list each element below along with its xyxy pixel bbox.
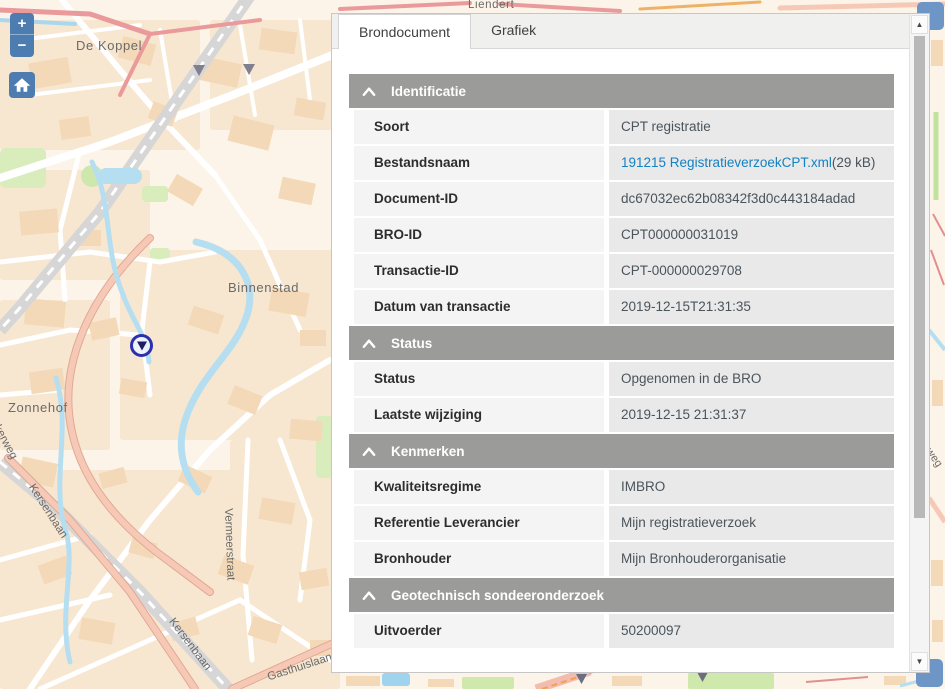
chevron-up-icon (362, 591, 376, 600)
row-label: BRO-ID (354, 218, 604, 252)
row-label: Datum van transactie (354, 290, 604, 324)
home-button[interactable] (9, 72, 35, 98)
table-row: Transactie-IDCPT-000000029708 (354, 254, 894, 288)
zoom-in-button[interactable]: + (10, 13, 34, 35)
table-row: Laatste wijziging2019-12-15 21:31:37 (354, 398, 894, 432)
scrollbar-thumb[interactable] (914, 36, 925, 518)
row-value: CPT000000031019 (609, 218, 894, 252)
section-title: Status (391, 336, 432, 351)
tab-bar: BrondocumentGrafiek (332, 14, 929, 49)
file-link[interactable]: 191215 RegistratieverzoekCPT.xml (621, 154, 832, 172)
chevron-up-icon (362, 447, 376, 456)
row-label: Soort (354, 110, 604, 144)
application-window: LiendertDe KoppelBinnenstadZonnehofkerwe… (0, 0, 945, 689)
row-value: 50200097 (609, 614, 894, 648)
section-status: StatusStatusOpgenomen in de BROLaatste w… (349, 326, 894, 432)
tab-grafiek[interactable]: Grafiek (471, 14, 556, 48)
section-title: Geotechnisch sondeeronderzoek (391, 588, 604, 603)
table-row: Datum van transactie2019-12-15T21:31:35 (354, 290, 894, 324)
row-label: Transactie-ID (354, 254, 604, 288)
section-rows: SoortCPT registratieBestandsnaam191215 R… (354, 110, 894, 324)
file-size-text: (29 kB) (832, 154, 876, 172)
section-header[interactable]: Geotechnisch sondeeronderzoek (349, 578, 894, 612)
home-icon (13, 77, 31, 93)
section-kenmerken: Kenmerken KwaliteitsregimeIMBROReferentie… (349, 434, 894, 576)
row-value: CPT registratie (609, 110, 894, 144)
marker-triangle-icon (137, 342, 147, 351)
row-label: Status (354, 362, 604, 396)
section-header[interactable]: Status (349, 326, 894, 360)
table-row: Document-IDdc67032ec62b08342f3d0c443184a… (354, 182, 894, 216)
row-label: Uitvoerder (354, 614, 604, 648)
section-identificatie: Identificatie SoortCPT registratieBestand… (349, 74, 894, 324)
chevron-up-icon (362, 339, 376, 348)
detail-panel: BrondocumentGrafiek IdentificatieSoortCP… (331, 13, 930, 673)
panel-scrollbar[interactable]: ▲ ▼ (909, 14, 929, 672)
row-label: Bronhouder (354, 542, 604, 576)
zoom-out-button[interactable]: − (10, 35, 34, 57)
row-label: Laatste wijziging (354, 398, 604, 432)
section-title: Identificatie (391, 84, 466, 99)
row-value: Mijn Bronhouderorganisatie (609, 542, 894, 576)
section-title: Kenmerken (391, 444, 465, 459)
section-rows: Uitvoerder50200097 (354, 614, 894, 648)
table-row: SoortCPT registratie (354, 110, 894, 144)
row-label: Document-ID (354, 182, 604, 216)
section-header[interactable]: Identificatie (349, 74, 894, 108)
scroll-down-button[interactable]: ▼ (911, 652, 928, 671)
row-value: dc67032ec62b08342f3d0c443184adad (609, 182, 894, 216)
map-zoom-control: + − (10, 13, 34, 57)
row-value: 191215 RegistratieverzoekCPT.xml (29 kB) (609, 146, 894, 180)
row-label: Kwaliteitsregime (354, 470, 604, 504)
row-value: IMBRO (609, 470, 894, 504)
row-value: Mijn registratieverzoek (609, 506, 894, 540)
table-row: BRO-IDCPT000000031019 (354, 218, 894, 252)
panel-content: Identificatie SoortCPT registratieBestand… (332, 49, 909, 671)
row-label: Referentie Leverancier (354, 506, 604, 540)
row-label: Bestandsnaam (354, 146, 604, 180)
section-header[interactable]: Kenmerken (349, 434, 894, 468)
table-row: Uitvoerder50200097 (354, 614, 894, 648)
chevron-up-icon (362, 87, 376, 96)
row-value: 2019-12-15 21:31:37 (609, 398, 894, 432)
cpt-location-marker[interactable] (130, 334, 153, 357)
row-value: CPT-000000029708 (609, 254, 894, 288)
section-geotechnisch-sondeeronderzoek: Geotechnisch sondeeronderzoek Uitvoerder5… (349, 578, 894, 648)
scroll-up-button[interactable]: ▲ (911, 15, 928, 34)
table-row: KwaliteitsregimeIMBRO (354, 470, 894, 504)
section-rows: KwaliteitsregimeIMBROReferentie Leveranc… (354, 470, 894, 576)
table-row: Bestandsnaam191215 RegistratieverzoekCPT… (354, 146, 894, 180)
row-value: Opgenomen in de BRO (609, 362, 894, 396)
tab-brondocument[interactable]: Brondocument (338, 14, 471, 49)
table-row: Referentie LeverancierMijn registratieve… (354, 506, 894, 540)
table-row: StatusOpgenomen in de BRO (354, 362, 894, 396)
row-value: 2019-12-15T21:31:35 (609, 290, 894, 324)
section-rows: StatusOpgenomen in de BROLaatste wijzigi… (354, 362, 894, 432)
table-row: BronhouderMijn Bronhouderorganisatie (354, 542, 894, 576)
